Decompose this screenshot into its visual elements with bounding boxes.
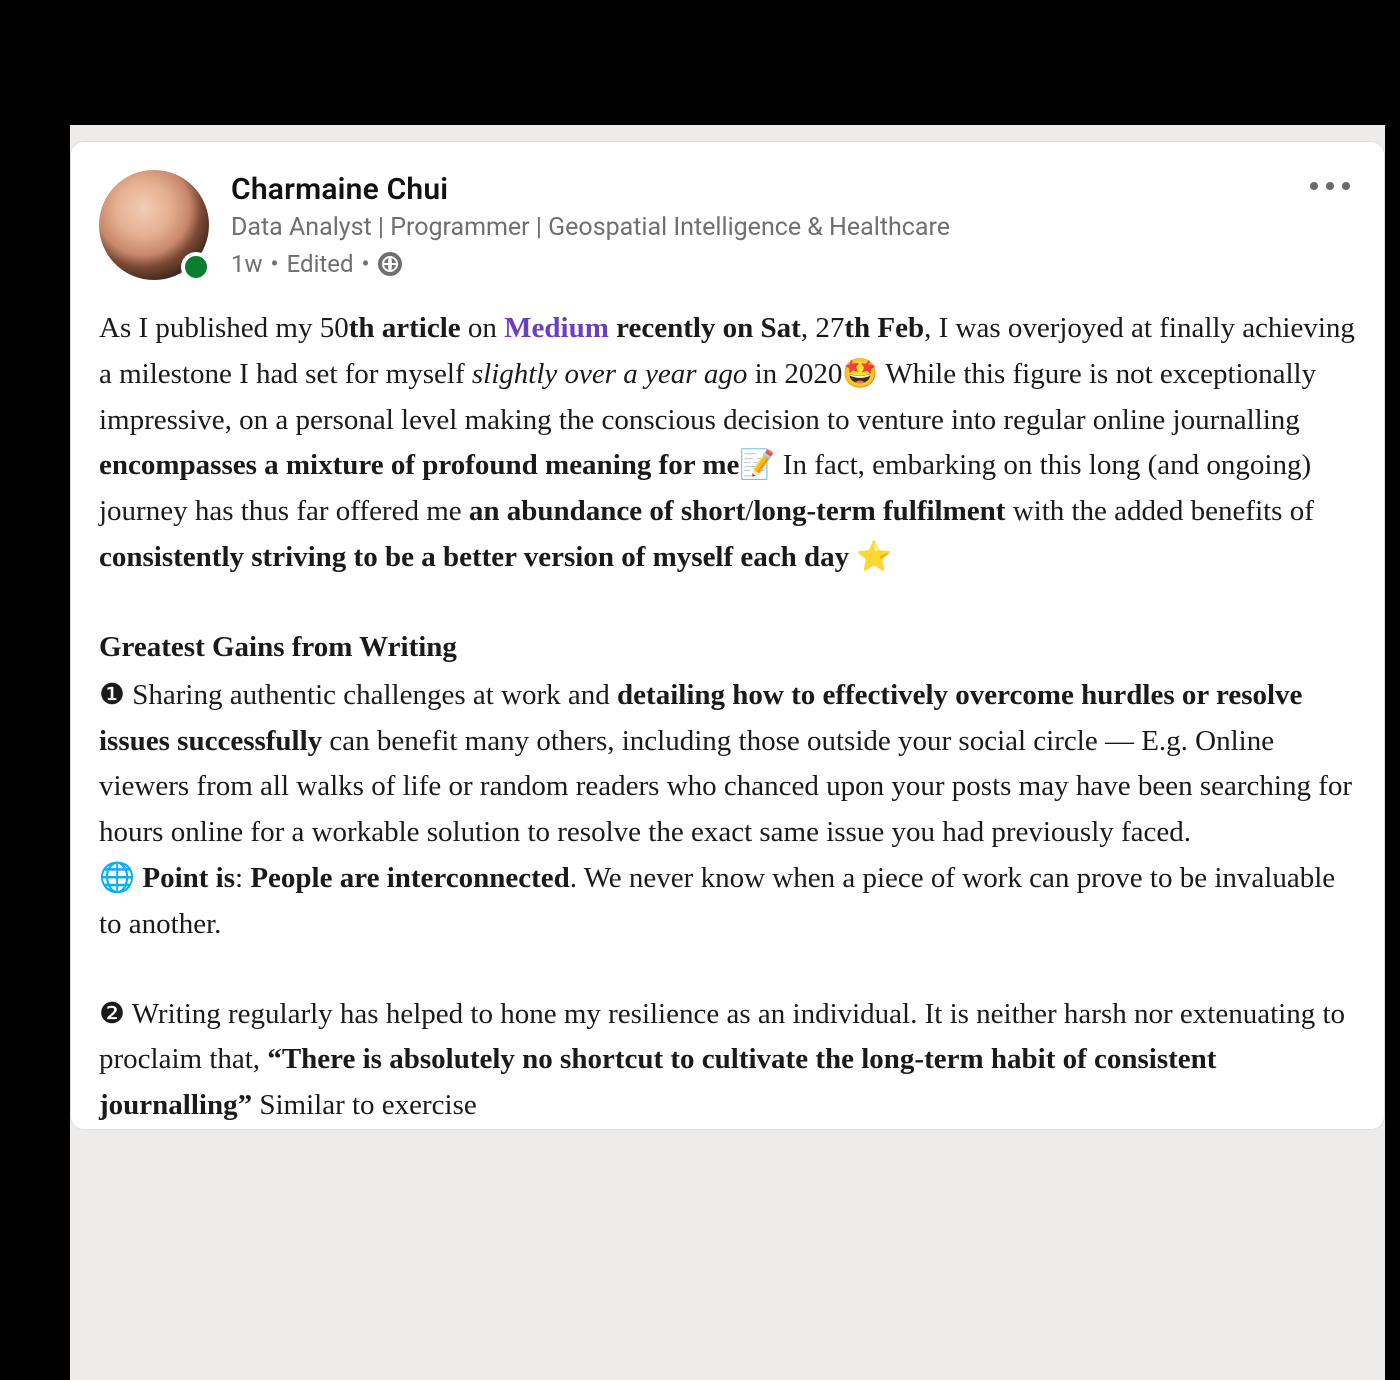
post-meta: 1w • Edited •: [231, 250, 1356, 278]
bullet-2-icon: ❷: [99, 998, 125, 1030]
post-paragraph-2: Greatest Gains from Writing ❶ Sharing au…: [99, 625, 1356, 948]
author-headline: Data Analyst | Programmer | Geospatial I…: [231, 213, 1356, 242]
post-paragraph-1: As I published my 50th article on Medium…: [99, 306, 1356, 581]
post-card: Charmaine Chui Data Analyst | Programmer…: [70, 141, 1385, 1130]
author-id-block: Charmaine Chui Data Analyst | Programmer…: [231, 170, 1356, 278]
globe-icon: [378, 252, 402, 276]
post-body: As I published my 50th article on Medium…: [99, 306, 1356, 1129]
post-paragraph-3: ❷ Writing regularly has helped to hone m…: [99, 992, 1356, 1129]
globe-emoji-icon: 🌐: [99, 862, 135, 894]
post-header: Charmaine Chui Data Analyst | Programmer…: [99, 170, 1356, 280]
bullet-1-icon: ❶: [99, 679, 125, 711]
meta-dot: •: [271, 250, 279, 278]
section-heading: Greatest Gains from Writing: [99, 625, 1356, 671]
medium-link[interactable]: Medium: [504, 312, 609, 344]
post-age: 1w: [231, 250, 263, 278]
presence-online-icon: [181, 252, 211, 282]
author-name[interactable]: Charmaine Chui: [231, 172, 1356, 207]
meta-dot: •: [362, 250, 370, 278]
memo-icon: 📝: [739, 449, 775, 481]
star-struck-icon: 🤩: [842, 358, 878, 390]
overflow-menu-button[interactable]: [1304, 176, 1356, 196]
edited-label: Edited: [287, 250, 354, 278]
author-avatar[interactable]: [99, 170, 209, 280]
page-background: Charmaine Chui Data Analyst | Programmer…: [70, 125, 1385, 1380]
star-icon: ⭐: [856, 541, 892, 573]
